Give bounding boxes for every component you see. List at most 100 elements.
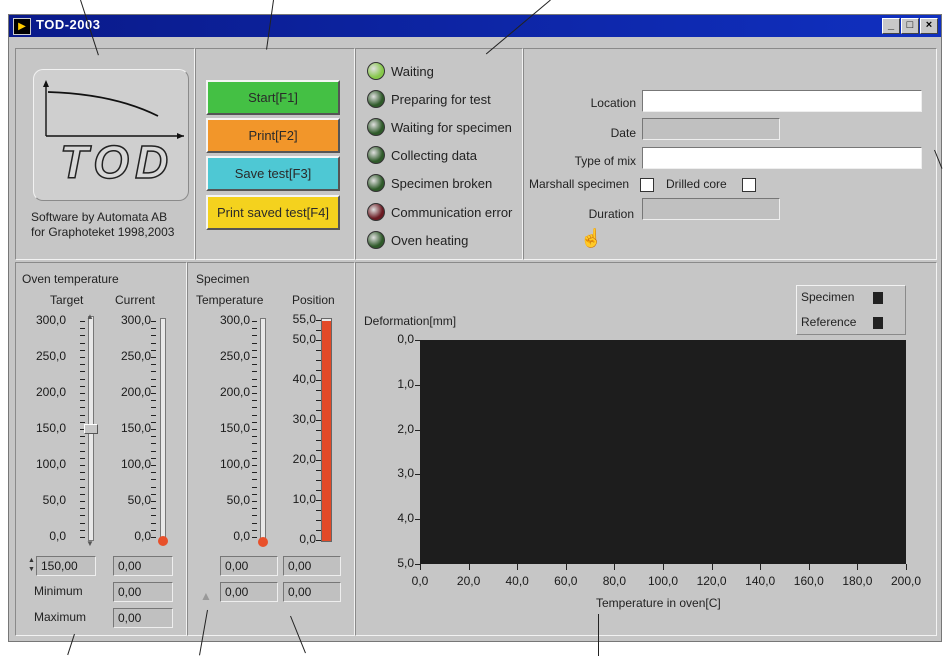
scale-minor-tick xyxy=(80,457,85,459)
x-tick-label: 80,0 xyxy=(602,574,627,588)
y-tick-label: 3,0 xyxy=(397,466,414,481)
scale-minor-tick xyxy=(80,385,85,387)
location-label: Location xyxy=(590,96,636,110)
oven-title: Oven temperature xyxy=(22,272,119,286)
scale-minor-tick xyxy=(252,414,257,416)
print-button[interactable]: Print[F2] xyxy=(206,118,340,153)
legend-specimen-swatch[interactable] xyxy=(873,292,883,304)
scale-minor-tick xyxy=(80,529,85,531)
scale-tick-label: 250,0 xyxy=(35,349,66,363)
scale-minor-tick xyxy=(80,371,85,373)
credits-line-1: Software by Automata AB xyxy=(31,210,168,224)
position-tick-label: 30,0 xyxy=(292,412,316,426)
marshall-specimen-checkbox[interactable] xyxy=(640,178,654,192)
scale-minor-tick xyxy=(252,529,257,531)
scale-minor-tick xyxy=(80,450,85,452)
minimum-label: Minimum xyxy=(34,584,83,598)
scale-minor-tick xyxy=(252,450,257,452)
close-button[interactable]: × xyxy=(920,18,938,34)
x-tick-label: 140,0 xyxy=(745,574,776,588)
y-tick-mark xyxy=(415,474,420,476)
scale-minor-tick xyxy=(151,522,156,524)
scale-tick-label: 200,0 xyxy=(219,385,250,399)
scale-tick-label: 100,0 xyxy=(120,457,151,471)
x-tick-mark xyxy=(808,564,810,570)
scale-minor-tick xyxy=(252,501,257,502)
scale-minor-tick xyxy=(151,364,156,366)
scale-minor-tick xyxy=(80,335,85,337)
position-tick-label: 55,0 xyxy=(292,312,316,326)
status-label: Waiting xyxy=(391,64,434,79)
save-test-button[interactable]: Save test[F3] xyxy=(206,156,340,191)
scale-minor-tick xyxy=(80,364,85,366)
x-tick-mark xyxy=(420,564,421,570)
specimen-temp-value-1: 0,00 xyxy=(220,556,278,576)
x-tick-label: 0,0 xyxy=(411,574,429,588)
y-tick-label: 5,0 xyxy=(397,556,414,570)
scale-tick-label: 0,0 xyxy=(233,529,250,543)
y-tick-mark xyxy=(415,519,420,521)
x-tick-label: 100,0 xyxy=(647,574,679,588)
scale-minor-tick xyxy=(151,378,156,380)
target-stepper-icon[interactable]: ▲ ▼ xyxy=(28,556,36,576)
x-tick-mark xyxy=(468,564,470,570)
x-tick-mark xyxy=(711,564,713,570)
current-temp-thermometer xyxy=(160,318,166,542)
scale-minor-tick xyxy=(151,457,156,459)
position-bar-fill xyxy=(322,321,331,541)
target-slider-handle[interactable] xyxy=(84,424,98,434)
scale-minor-tick xyxy=(252,465,257,466)
scale-minor-tick xyxy=(252,457,257,459)
scale-minor-tick xyxy=(151,342,156,344)
scale-minor-tick xyxy=(252,349,257,351)
scale-minor-tick xyxy=(80,479,85,481)
status-led-oven-heating xyxy=(367,231,385,249)
minimum-value-display: 0,00 xyxy=(113,582,173,602)
legend-reference-label: Reference xyxy=(801,315,857,329)
minimize-button[interactable]: _ xyxy=(882,18,900,34)
scale-tick-label: 150,0 xyxy=(35,421,66,435)
scale-minor-tick xyxy=(252,421,257,423)
date-label: Date xyxy=(610,126,636,140)
maximum-label: Maximum xyxy=(34,610,87,624)
scale-minor-tick xyxy=(252,328,257,330)
target-value-input[interactable]: 150,00 xyxy=(36,556,96,576)
x-tick-label: 120,0 xyxy=(696,574,727,588)
start-button[interactable]: Start[F1] xyxy=(206,80,340,115)
scale-tick-label: 0,0 xyxy=(49,529,66,543)
y-tick-label: 1,0 xyxy=(397,376,414,391)
type-of-mix-input[interactable] xyxy=(642,147,922,169)
app-icon[interactable]: ▶ xyxy=(13,18,31,35)
scale-tick-label: 300,0 xyxy=(120,313,151,327)
x-tick-mark xyxy=(517,564,519,570)
scale-minor-tick xyxy=(80,349,85,351)
current-value-display: 0,00 xyxy=(113,556,173,576)
x-tick-label: 60,0 xyxy=(554,574,578,588)
specimen-pos-value-1: 0,00 xyxy=(283,556,341,576)
scale-minor-tick xyxy=(151,486,156,488)
drilled-core-checkbox[interactable] xyxy=(742,178,756,192)
maximize-button[interactable]: □ xyxy=(901,18,919,34)
scale-minor-tick xyxy=(252,342,257,344)
status-label: Preparing for test xyxy=(391,92,491,107)
title-bar[interactable] xyxy=(9,15,941,37)
scale-minor-tick xyxy=(80,436,85,438)
scale-tick-label: 50,0 xyxy=(42,493,66,507)
scale-minor-tick xyxy=(252,429,257,430)
status-label: Oven heating xyxy=(391,233,469,248)
y-tick-label: 4,0 xyxy=(397,511,414,526)
scale-minor-tick xyxy=(151,479,156,481)
scale-minor-tick xyxy=(252,335,257,337)
print-saved-test-button[interactable]: Print saved test[F4] xyxy=(206,195,340,230)
marshall-specimen-label: Marshall specimen xyxy=(529,177,630,191)
scale-minor-tick xyxy=(252,378,257,380)
scale-minor-tick xyxy=(151,400,156,402)
scale-minor-tick xyxy=(252,472,257,474)
legend-specimen-label: Specimen xyxy=(801,290,855,304)
legend-reference-swatch[interactable] xyxy=(873,317,883,329)
location-input[interactable] xyxy=(642,90,922,112)
deformation-plot-area[interactable] xyxy=(420,340,906,564)
position-tick-label: 20,0 xyxy=(292,452,316,466)
date-field xyxy=(642,118,780,140)
scale-minor-tick xyxy=(151,414,156,416)
